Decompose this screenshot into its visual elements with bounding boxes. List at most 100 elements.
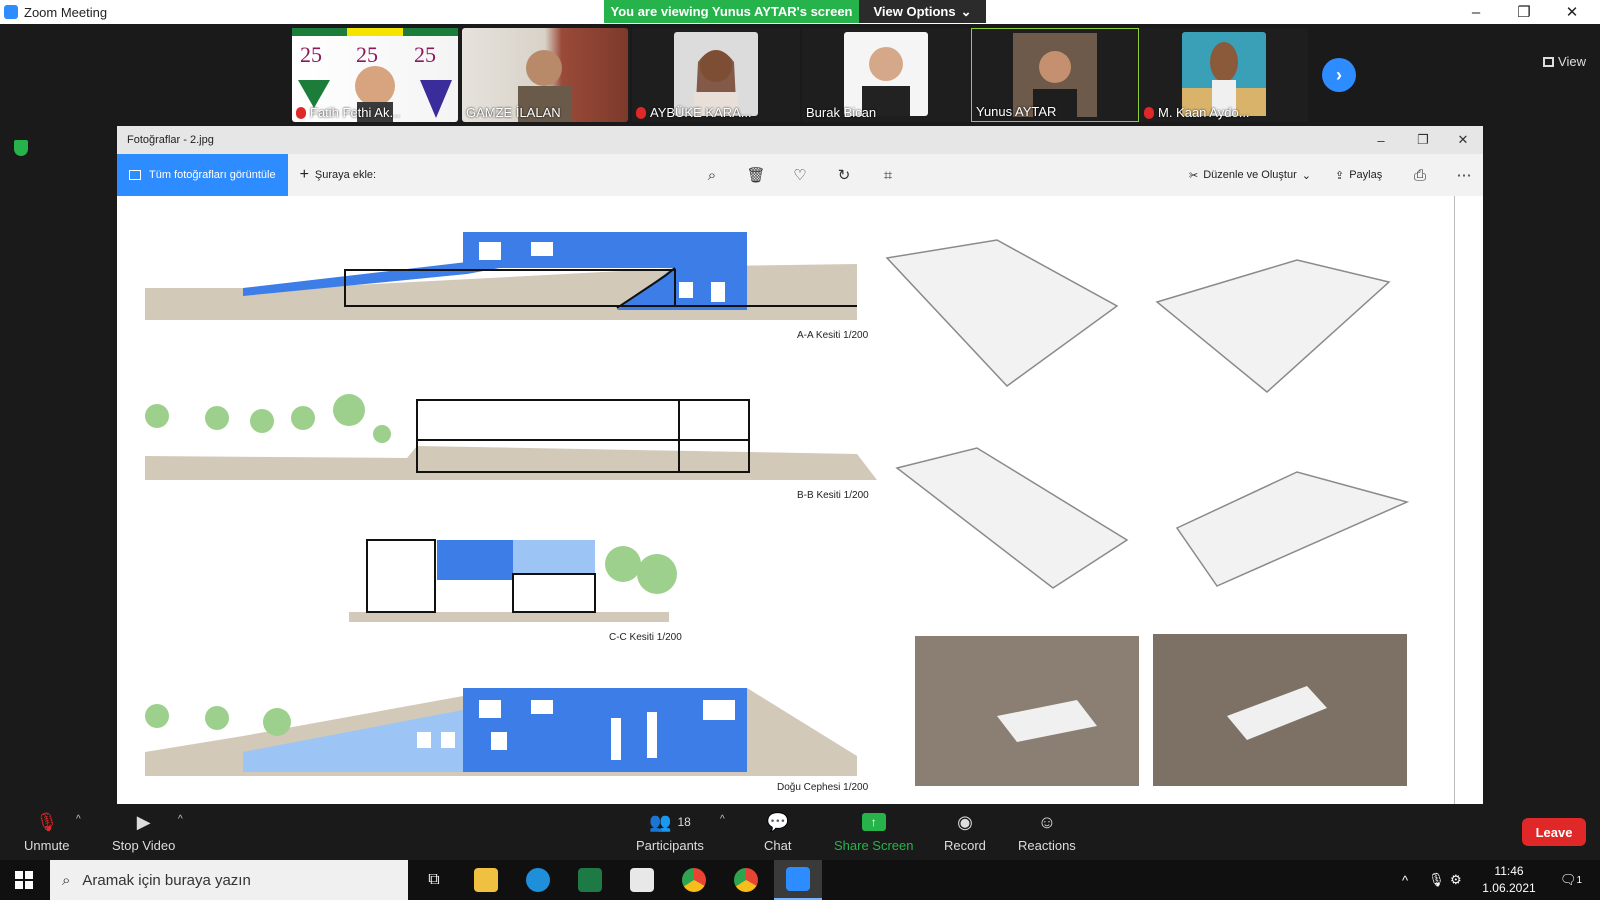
participant-label: AYBÜKE KARA... bbox=[636, 105, 752, 120]
participant-tile-active-speaker[interactable]: Yunus AYTAR bbox=[971, 28, 1139, 122]
participant-label: M. Kaan Aydo... bbox=[1144, 105, 1250, 120]
chrome-icon[interactable] bbox=[670, 860, 718, 900]
audio-options-caret-icon[interactable]: ^ bbox=[76, 814, 81, 825]
view-button[interactable]: View bbox=[1543, 54, 1586, 69]
maximize-button[interactable]: ❐ bbox=[1500, 0, 1548, 24]
east-elevation-label: Doğu Cephesi 1/200 bbox=[777, 782, 869, 793]
chat-bubble-icon: 💬 bbox=[766, 811, 789, 832]
zoom-taskbar-icon[interactable] bbox=[774, 860, 822, 900]
record-button[interactable]: ◉ Record bbox=[944, 810, 986, 854]
photos-minimize-button[interactable]: – bbox=[1361, 126, 1401, 154]
microphone-tray-icon[interactable]: 🎙 bbox=[1428, 860, 1445, 900]
all-photos-button[interactable]: Tüm fotoğrafları görüntüle bbox=[117, 154, 288, 196]
taskbar-search-box[interactable]: ⌕ Aramak için buraya yazın bbox=[50, 860, 408, 900]
mic-muted-icon bbox=[636, 106, 646, 119]
rotate-icon[interactable]: ↻ bbox=[833, 164, 855, 186]
participant-tile[interactable]: Burak Bican bbox=[802, 28, 970, 122]
photos-title: Fotoğraflar - 2.jpg bbox=[127, 134, 214, 146]
gallery-grid-icon bbox=[1543, 56, 1555, 67]
edit-icon: ✂ bbox=[1189, 169, 1199, 182]
participant-video bbox=[1182, 32, 1266, 116]
reactions-smiley-icon: ☺ bbox=[1037, 811, 1057, 832]
mic-muted-icon bbox=[1144, 106, 1154, 119]
svg-text:25: 25 bbox=[414, 42, 436, 67]
close-button[interactable]: ✕ bbox=[1548, 0, 1596, 24]
view-options-button[interactable]: View Options ⌄ bbox=[859, 0, 986, 23]
notification-center-icon[interactable]: 🗨 1 bbox=[1560, 860, 1582, 900]
show-hidden-icons-chevron-icon[interactable]: ^ bbox=[1402, 860, 1408, 900]
participant-tile[interactable]: M. Kaan Aydo... bbox=[1140, 28, 1308, 122]
edge-browser-icon[interactable] bbox=[514, 860, 562, 900]
view-options-label: View Options bbox=[873, 4, 956, 19]
svg-text:25: 25 bbox=[356, 42, 378, 67]
participant-tile[interactable]: 25 25 25 Fatih Fethi Ak... bbox=[292, 28, 460, 122]
share-button[interactable]: ⇪ Paylaş bbox=[1335, 154, 1382, 196]
windows-taskbar: ⌕ Aramak için buraya yazın ⧉ ^ 🎙 ⚙ 11:46… bbox=[0, 860, 1600, 900]
section-cc-drawing bbox=[349, 539, 677, 622]
taskbar-clock[interactable]: 11:46 1.06.2021 bbox=[1470, 863, 1548, 897]
chat-button[interactable]: 💬 Chat bbox=[764, 810, 791, 854]
photos-close-button[interactable]: ✕ bbox=[1443, 126, 1483, 154]
start-button[interactable] bbox=[0, 860, 48, 900]
section-aa-drawing bbox=[145, 232, 857, 320]
crop-icon[interactable]: ⌗ bbox=[877, 164, 899, 186]
participants-button[interactable]: 👥 18 Participants bbox=[636, 810, 704, 854]
participant-video bbox=[674, 32, 758, 116]
avatar-cartoon-image bbox=[1182, 42, 1266, 116]
zoom-app-icon bbox=[4, 5, 18, 19]
unmute-button[interactable]: 🎙 Unmute bbox=[24, 810, 70, 854]
person-video-image bbox=[862, 47, 910, 116]
favorite-heart-icon[interactable]: ♡ bbox=[789, 164, 811, 186]
store-icon[interactable] bbox=[618, 860, 666, 900]
add-to-button[interactable]: + Şuraya ekle: bbox=[300, 166, 377, 184]
record-icon: ◉ bbox=[957, 811, 973, 832]
svg-text:25: 25 bbox=[300, 42, 322, 67]
more-options-icon[interactable]: ⋯ bbox=[1453, 164, 1475, 186]
section-aa-label: A-A Kesiti 1/200 bbox=[797, 330, 869, 341]
plus-icon: + bbox=[299, 166, 309, 183]
participants-options-caret-icon[interactable]: ^ bbox=[720, 814, 725, 825]
security-shield-icon bbox=[14, 140, 28, 156]
viewing-banner: You are viewing Yunus AYTAR's screen bbox=[604, 0, 859, 23]
windows-logo-icon bbox=[15, 871, 33, 889]
participant-video bbox=[844, 32, 928, 116]
participant-tile[interactable]: GAMZE İLALAN bbox=[462, 28, 630, 122]
print-icon[interactable]: ⎙ bbox=[1409, 164, 1431, 186]
3d-model-views bbox=[885, 239, 1410, 589]
chrome-profile-icon[interactable] bbox=[722, 860, 770, 900]
section-bb-label: B-B Kesiti 1/200 bbox=[797, 490, 869, 501]
network-tray-icon[interactable]: ⚙ bbox=[1450, 860, 1462, 900]
window-title: Zoom Meeting bbox=[24, 4, 108, 20]
file-explorer-icon[interactable] bbox=[462, 860, 510, 900]
participant-tile[interactable]: AYBÜKE KARA... bbox=[632, 28, 800, 122]
participant-label: Burak Bican bbox=[806, 105, 877, 120]
chevron-down-icon: ⌄ bbox=[960, 3, 972, 19]
photos-toolbar: Tüm fotoğrafları görüntüle + Şuraya ekle… bbox=[117, 154, 1483, 196]
delete-icon[interactable]: 🗑 bbox=[745, 164, 767, 186]
task-view-icon[interactable]: ⧉ bbox=[410, 860, 458, 900]
participants-icon: 👥 18 bbox=[649, 811, 691, 832]
leave-button[interactable]: Leave bbox=[1522, 818, 1586, 846]
stop-video-button[interactable]: ▶ Stop Video bbox=[112, 810, 175, 854]
image-icon bbox=[129, 170, 141, 180]
person-video-image bbox=[694, 50, 738, 116]
next-page-arrow-icon[interactable]: › bbox=[1322, 58, 1356, 92]
share-screen-button[interactable]: ↑ Share Screen bbox=[834, 810, 914, 853]
edit-create-button[interactable]: ✂ Düzenle ve Oluştur ⌄ bbox=[1189, 154, 1311, 196]
section-cc-label: C-C Kesiti 1/200 bbox=[609, 632, 682, 643]
minimize-button[interactable]: – bbox=[1452, 0, 1500, 24]
video-camera-icon: ▶ bbox=[136, 811, 151, 832]
zoom-in-icon[interactable]: ⌕ bbox=[701, 164, 723, 186]
participant-strip: 25 25 25 Fatih Fethi Ak... GAMZE İLALAN … bbox=[0, 24, 1600, 126]
trees-bb bbox=[145, 394, 391, 443]
participant-label: Fatih Fethi Ak... bbox=[296, 105, 400, 120]
search-icon: ⌕ bbox=[62, 871, 71, 889]
vertical-scrollbar[interactable] bbox=[1454, 196, 1455, 804]
participant-label: GAMZE İLALAN bbox=[466, 105, 561, 120]
video-options-caret-icon[interactable]: ^ bbox=[178, 814, 183, 825]
reactions-button[interactable]: ☺ Reactions bbox=[1018, 810, 1076, 854]
photos-maximize-button[interactable]: ❐ bbox=[1403, 126, 1443, 154]
excel-icon[interactable] bbox=[566, 860, 614, 900]
share-icon: ⇪ bbox=[1335, 169, 1345, 182]
meeting-controls-bar: 🎙 Unmute ^ ▶ Stop Video ^ 👥 18 Participa… bbox=[0, 804, 1600, 860]
